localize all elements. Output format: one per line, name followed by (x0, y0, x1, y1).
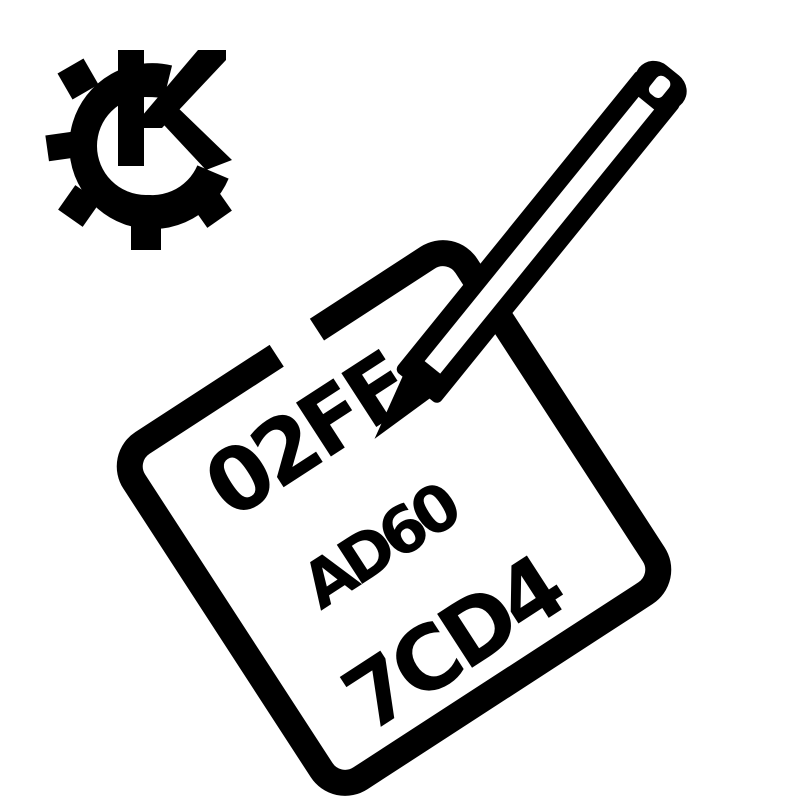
paper-sheet: 02FF AD60 7CD4 (116, 240, 672, 796)
kde-gear-icon (45, 50, 232, 250)
hex-editor-app-icon: 02FF AD60 7CD4 (45, 50, 687, 796)
